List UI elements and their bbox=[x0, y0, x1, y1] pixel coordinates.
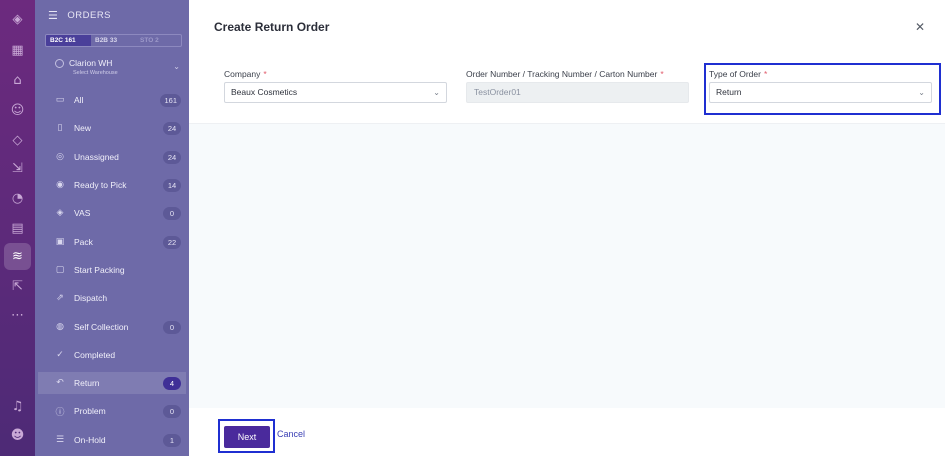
count-badge: 1 bbox=[163, 433, 181, 447]
hold-icon: ☰ bbox=[55, 435, 65, 445]
warehouse-selector[interactable]: Clarion WH Select Warehouse ⌄ bbox=[55, 58, 182, 80]
chevron-down-icon: ⌄ bbox=[918, 88, 925, 97]
vas-icon: ◈ bbox=[56, 208, 64, 218]
create-return-order-modal: Create Return Order ✕ Company * Beaux Cos… bbox=[189, 0, 945, 456]
sidebar-item-label: Problem bbox=[74, 406, 106, 416]
sidebar-header: ☰ ORDERS bbox=[48, 9, 111, 22]
close-icon[interactable]: ✕ bbox=[913, 20, 927, 34]
package-icon: ▣ bbox=[55, 237, 65, 247]
sidebar-item-label: Ready to Pick bbox=[74, 180, 127, 190]
cancel-button[interactable]: Cancel bbox=[277, 429, 305, 439]
sidebar-item-label: VAS bbox=[74, 208, 91, 218]
alert-icon: ⓘ bbox=[55, 407, 65, 418]
order-channel-tabs: B2C 161 B2B 33 STO 2 bbox=[45, 34, 182, 47]
count-badge: 0 bbox=[163, 404, 181, 418]
required-mark: * bbox=[660, 69, 664, 79]
count-badge: 22 bbox=[163, 235, 181, 249]
count-badge: 14 bbox=[163, 178, 181, 192]
sidebar-item-completed[interactable]: ✓ Completed bbox=[38, 344, 186, 366]
check-circle-icon: ✓ bbox=[56, 350, 64, 360]
sidebar-item-on-hold[interactable]: ☰ On-Hold 1 bbox=[38, 429, 186, 451]
inbound-icon[interactable]: ⇲ bbox=[10, 161, 25, 176]
warehouse-icon bbox=[55, 59, 64, 68]
count-badge: 4 bbox=[163, 376, 181, 390]
modal-form-section: Create Return Order ✕ Company * Beaux Cos… bbox=[189, 0, 945, 124]
sidebar-item-label: Unassigned bbox=[74, 152, 119, 162]
chevron-down-icon: ⌄ bbox=[433, 88, 440, 97]
order-type-value: Return bbox=[716, 87, 742, 97]
next-button[interactable]: Next bbox=[224, 426, 270, 448]
sidebar-item-label: Completed bbox=[74, 350, 116, 360]
profile-icon[interactable]: ☻ bbox=[10, 428, 25, 443]
app-rail: ◈ ▦ ⌂ ☺ ◇ ⇲ ◔ ▤ ≋ ⇱ ⋯ ♫ ☻ bbox=[0, 0, 35, 456]
sidebar-item-unassigned[interactable]: ◎ Unassigned 24 bbox=[38, 146, 186, 168]
sidebar-item-pack[interactable]: ▣ Pack 22 bbox=[38, 231, 186, 253]
tab-b2c[interactable]: B2C 161 bbox=[46, 35, 91, 46]
modal-footer: Next Cancel bbox=[189, 408, 945, 456]
company-value: Beaux Cosmetics bbox=[231, 87, 298, 97]
sidebar-item-self-collection[interactable]: ◍ Self Collection 0 bbox=[38, 316, 186, 338]
sidebar-item-start-packing[interactable]: ▢ Start Packing bbox=[38, 259, 186, 281]
sidebar-item-new[interactable]: ▯ New 24 bbox=[38, 117, 186, 139]
box-icon: ▢ bbox=[55, 265, 65, 275]
bell-icon[interactable]: ♫ bbox=[10, 399, 25, 414]
return-icon: ↶ bbox=[56, 378, 64, 388]
sidebar-title: ORDERS bbox=[67, 10, 112, 21]
sidebar-item-label: Return bbox=[74, 378, 100, 388]
orders-icon[interactable]: ≋ bbox=[4, 243, 31, 270]
order-type-label: Type of Order * bbox=[709, 69, 768, 79]
sidebar-item-vas[interactable]: ◈ VAS 0 bbox=[38, 202, 186, 224]
hamburger-icon[interactable]: ☰ bbox=[48, 9, 58, 22]
tab-sto[interactable]: STO 2 bbox=[136, 35, 181, 46]
target-icon: ◎ bbox=[56, 152, 64, 162]
sidebar-item-dispatch[interactable]: ⇗ Dispatch bbox=[38, 287, 186, 309]
document-icon: ▯ bbox=[57, 123, 63, 133]
sidebar-item-label: Start Packing bbox=[74, 265, 125, 275]
ready-icon: ◉ bbox=[56, 180, 64, 190]
sidebar-item-label: Pack bbox=[74, 237, 93, 247]
warehouse-name: Clarion WH bbox=[69, 58, 113, 68]
home-icon[interactable]: ⌂ bbox=[10, 73, 25, 88]
sidebar-item-return[interactable]: ↶ Return 4 bbox=[38, 372, 186, 394]
count-badge: 24 bbox=[163, 150, 181, 164]
count-badge: 161 bbox=[160, 93, 181, 107]
order-number-label: Order Number / Tracking Number / Carton … bbox=[466, 69, 664, 79]
sidebar-item-label: On-Hold bbox=[74, 435, 106, 445]
modal-title: Create Return Order bbox=[214, 20, 330, 34]
self-collection-icon: ◍ bbox=[56, 322, 64, 332]
dashboard-icon[interactable]: ▦ bbox=[10, 43, 25, 58]
outbound-icon[interactable]: ⇱ bbox=[10, 279, 25, 294]
sidebar-item-all[interactable]: ▭ All 161 bbox=[38, 89, 186, 111]
reports-icon[interactable]: ◔ bbox=[10, 191, 25, 206]
dispatch-icon: ⇗ bbox=[56, 293, 64, 303]
required-mark: * bbox=[763, 69, 768, 79]
warehouse-subtitle: Select Warehouse bbox=[73, 70, 118, 76]
app-logo-icon[interactable]: ◈ bbox=[10, 12, 25, 27]
order-type-select[interactable]: Return ⌄ bbox=[709, 82, 932, 103]
sidebar-item-label: Self Collection bbox=[74, 322, 129, 332]
company-label: Company * bbox=[224, 69, 267, 79]
sidebar-item-label: All bbox=[74, 95, 84, 105]
chevron-down-icon: ⌄ bbox=[173, 62, 180, 71]
monitor-icon: ▭ bbox=[55, 95, 65, 105]
inventory-icon[interactable]: ◇ bbox=[10, 133, 25, 148]
order-number-field[interactable]: TestOrder01 bbox=[466, 82, 689, 103]
count-badge: 24 bbox=[163, 121, 181, 135]
tab-b2b[interactable]: B2B 33 bbox=[91, 35, 136, 46]
company-select[interactable]: Beaux Cosmetics ⌄ bbox=[224, 82, 447, 103]
orders-sidebar: ☰ ORDERS B2C 161 B2B 33 STO 2 Clarion WH… bbox=[35, 0, 189, 456]
count-badge: 0 bbox=[163, 206, 181, 220]
order-number-value: TestOrder01 bbox=[474, 87, 521, 97]
clipboard-icon[interactable]: ▤ bbox=[10, 221, 25, 236]
users-icon[interactable]: ☺ bbox=[10, 103, 25, 118]
sidebar-item-problem[interactable]: ⓘ Problem 0 bbox=[38, 400, 186, 422]
sidebar-item-label: New bbox=[74, 123, 92, 133]
sidebar-item-ready-to-pick[interactable]: ◉ Ready to Pick 14 bbox=[38, 174, 186, 196]
more-icon[interactable]: ⋯ bbox=[10, 308, 25, 323]
sidebar-item-label: Dispatch bbox=[74, 293, 108, 303]
required-mark: * bbox=[263, 69, 267, 79]
count-badge: 0 bbox=[163, 320, 181, 334]
